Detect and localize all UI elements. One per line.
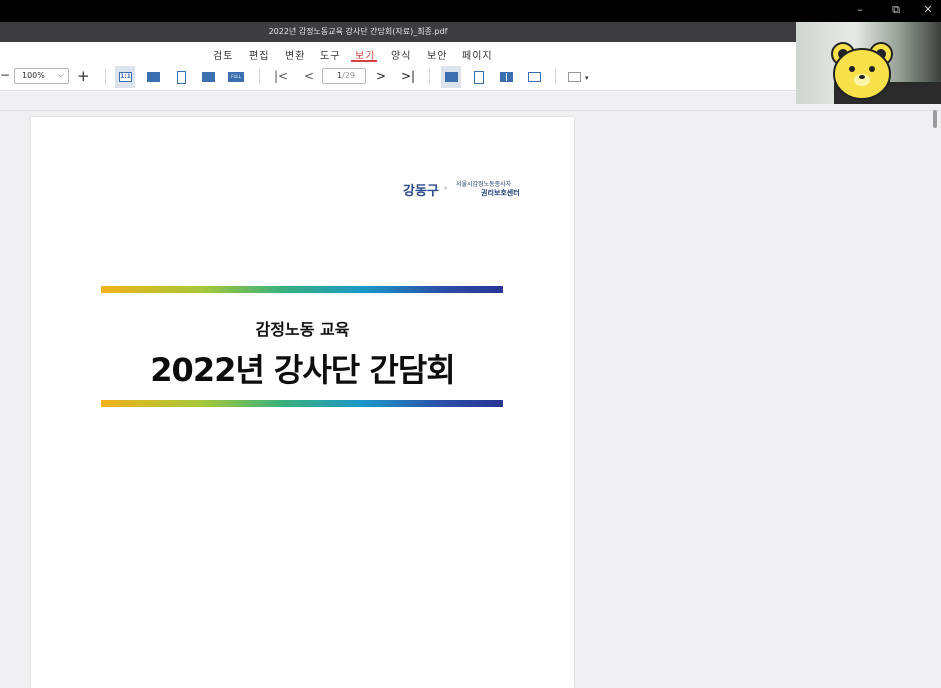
two-page-icon	[500, 72, 513, 82]
continuous-view-button[interactable]	[469, 66, 489, 88]
gradient-divider-top	[101, 286, 503, 293]
fit-width-icon	[147, 72, 160, 82]
fit-height-icon	[177, 71, 186, 84]
pdf-page: 강동구 × 서울시감정노동종사자 권리보호센터 감정노동 교육 2022년 강사…	[31, 117, 574, 688]
restore-button[interactable]: ⧉	[886, 2, 906, 18]
menu-page[interactable]: 페이지	[462, 47, 493, 62]
single-page-view-button[interactable]	[441, 66, 461, 88]
layout-icon	[568, 72, 581, 82]
two-page-continuous-button[interactable]	[524, 66, 544, 88]
actual-size-button[interactable]: 1:1	[115, 66, 135, 88]
page-title: 2022년 강사단 간담회	[150, 351, 455, 389]
menu-review[interactable]: 검토	[213, 47, 233, 62]
layout-dropdown-button[interactable]: ▾	[566, 66, 592, 88]
caret-down-icon: ▾	[585, 74, 589, 82]
previous-page-button[interactable]: <	[304, 69, 314, 83]
zoom-out-button[interactable]: −	[0, 68, 10, 82]
center-logo-line2: 권리보호센터	[481, 189, 520, 197]
full-screen-button[interactable]: FULL	[226, 66, 246, 88]
fit-page-icon	[202, 72, 215, 82]
vertical-scrollbar[interactable]	[933, 110, 937, 128]
bear-avatar-icon	[831, 42, 941, 104]
center-logo-line1: 서울시감정노동종사자	[456, 181, 512, 188]
toolbar-divider	[429, 69, 430, 85]
chevron-down-icon: ⌵	[57, 70, 64, 79]
menu-edit[interactable]: 편집	[249, 47, 269, 62]
menu-convert[interactable]: 변환	[285, 47, 305, 62]
center-logo: 서울시감정노동종사자 권리보호센터	[456, 179, 520, 198]
fit-height-button[interactable]	[171, 66, 191, 88]
webcam-overlay	[796, 22, 941, 104]
single-page-icon	[445, 72, 458, 82]
subtoolbar-border	[0, 110, 941, 111]
fit-width-button[interactable]	[143, 66, 163, 88]
next-page-button[interactable]: >	[376, 69, 386, 83]
menu-form[interactable]: 양식	[391, 47, 411, 62]
active-menu-indicator	[351, 60, 377, 62]
menu-security[interactable]: 보안	[427, 47, 447, 62]
toolbar-divider	[259, 69, 260, 85]
gangdong-logo: 강동구	[403, 183, 439, 198]
total-pages: /29	[342, 71, 355, 80]
close-button[interactable]: ✕	[918, 2, 938, 18]
logo-separator: ×	[443, 185, 449, 192]
last-page-button[interactable]: >|	[401, 69, 415, 83]
document-title: 2022년 감정노동교육 강사단 간담회(자료)_최종.pdf	[268, 27, 448, 36]
gradient-divider-bottom	[101, 400, 503, 407]
menu-tools[interactable]: 도구	[320, 47, 340, 62]
page-subtitle: 감정노동 교육	[255, 320, 350, 339]
page-number-input[interactable]: 1/29	[322, 68, 366, 84]
minimize-button[interactable]: –	[850, 2, 870, 18]
window-titlebar: – ⧉ ✕	[0, 0, 941, 22]
full-screen-icon: FULL	[228, 72, 244, 82]
first-page-button[interactable]: |<	[274, 69, 288, 83]
fit-page-button[interactable]	[198, 66, 218, 88]
zoom-value: 100%	[22, 71, 45, 80]
toolbar-divider	[105, 69, 106, 85]
toolbar-divider	[555, 69, 556, 85]
zoom-in-button[interactable]: +	[77, 67, 90, 85]
continuous-page-icon	[474, 71, 484, 84]
actual-size-icon: 1:1	[119, 72, 132, 82]
zoom-select[interactable]: 100% ⌵	[14, 68, 69, 84]
two-page-view-button[interactable]	[496, 66, 516, 88]
two-page-continuous-icon	[528, 72, 541, 82]
